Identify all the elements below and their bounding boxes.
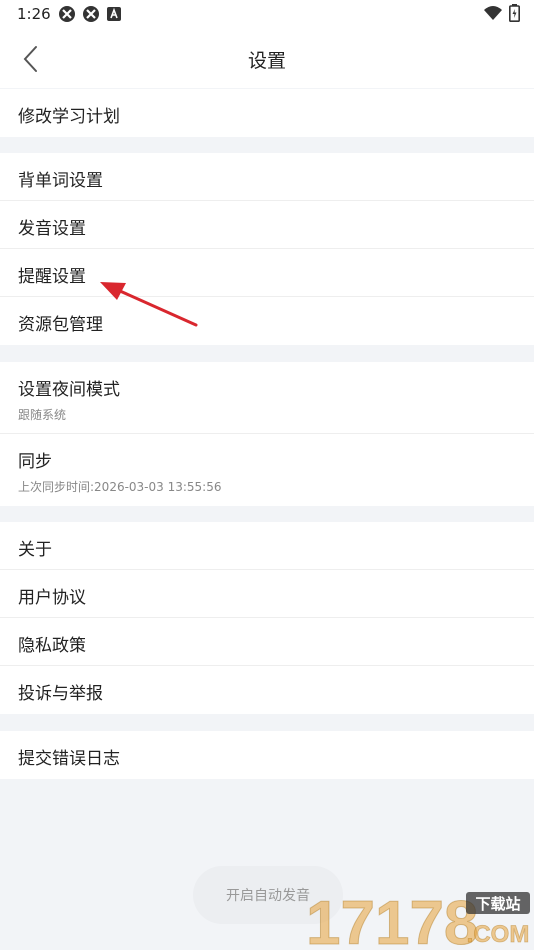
settings-item-label: 发音设置 bbox=[18, 219, 86, 239]
settings-group-learning: 背单词设置 发音设置 提醒设置 资源包管理 bbox=[0, 153, 534, 345]
settings-item-label: 背单词设置 bbox=[18, 171, 103, 191]
settings-item-label: 隐私政策 bbox=[18, 636, 86, 656]
settings-item-study-plan[interactable]: 修改学习计划 bbox=[0, 89, 534, 137]
settings-item-sync[interactable]: 同步 上次同步时间:2026-03-03 13:55:56 bbox=[0, 434, 534, 506]
settings-item-word-settings[interactable]: 背单词设置 bbox=[0, 153, 534, 201]
settings-item-label: 用户协议 bbox=[18, 588, 86, 608]
top-app-bar: 设置 bbox=[0, 28, 534, 88]
settings-item-label: 资源包管理 bbox=[18, 315, 103, 335]
settings-item-label: 设置夜间模式 bbox=[18, 380, 120, 400]
watermark-badge: 下载站 bbox=[475, 895, 520, 913]
settings-item-label: 提交错误日志 bbox=[18, 749, 120, 769]
settings-item-night-mode[interactable]: 设置夜间模式 跟随系统 bbox=[0, 362, 534, 434]
status-right-icons bbox=[483, 4, 520, 22]
watermark-domain: .COM bbox=[467, 921, 530, 948]
settings-item-complaint[interactable]: 投诉与举报 bbox=[0, 666, 534, 714]
app-icon-2 bbox=[83, 6, 99, 22]
status-bar: 1:26 bbox=[0, 0, 534, 28]
settings-item-privacy[interactable]: 隐私政策 bbox=[0, 618, 534, 666]
settings-item-label: 投诉与举报 bbox=[18, 684, 103, 704]
toast-text: 开启自动发音 bbox=[226, 888, 310, 904]
settings-item-error-log[interactable]: 提交错误日志 bbox=[0, 731, 534, 779]
page-title: 设置 bbox=[247, 50, 286, 72]
settings-item-subtitle: 上次同步时间:2026-03-03 13:55:56 bbox=[18, 480, 222, 494]
app-icon-1 bbox=[59, 6, 75, 22]
settings-item-pronunciation[interactable]: 发音设置 bbox=[0, 201, 534, 249]
settings-group-log: 提交错误日志 bbox=[0, 731, 534, 779]
settings-group-plan: 修改学习计划 bbox=[0, 89, 534, 137]
watermark-number: 17178 bbox=[306, 889, 478, 948]
settings-item-user-agreement[interactable]: 用户协议 bbox=[0, 570, 534, 618]
settings-group-info: 关于 用户协议 隐私政策 投诉与举报 bbox=[0, 522, 534, 714]
status-time: 1:26 bbox=[17, 5, 51, 23]
wifi-icon bbox=[484, 6, 502, 20]
settings-group-display-sync: 设置夜间模式 跟随系统 同步 上次同步时间:2026-03-03 13:55:5… bbox=[0, 362, 534, 506]
settings-item-label: 提醒设置 bbox=[18, 267, 86, 287]
settings-item-label: 关于 bbox=[18, 540, 52, 560]
status-left-icons bbox=[58, 5, 122, 23]
battery-icon bbox=[509, 4, 520, 22]
settings-item-reminder[interactable]: 提醒设置 bbox=[0, 249, 534, 297]
settings-item-resource-pack[interactable]: 资源包管理 bbox=[0, 297, 534, 345]
settings-item-label: 修改学习计划 bbox=[18, 107, 120, 127]
settings-item-subtitle: 跟随系统 bbox=[18, 408, 67, 422]
a-badge-icon bbox=[107, 7, 121, 21]
settings-item-about[interactable]: 关于 bbox=[0, 522, 534, 570]
settings-item-label: 同步 bbox=[18, 452, 52, 472]
watermark-logo: 17178 下载站 .COM bbox=[306, 889, 530, 948]
